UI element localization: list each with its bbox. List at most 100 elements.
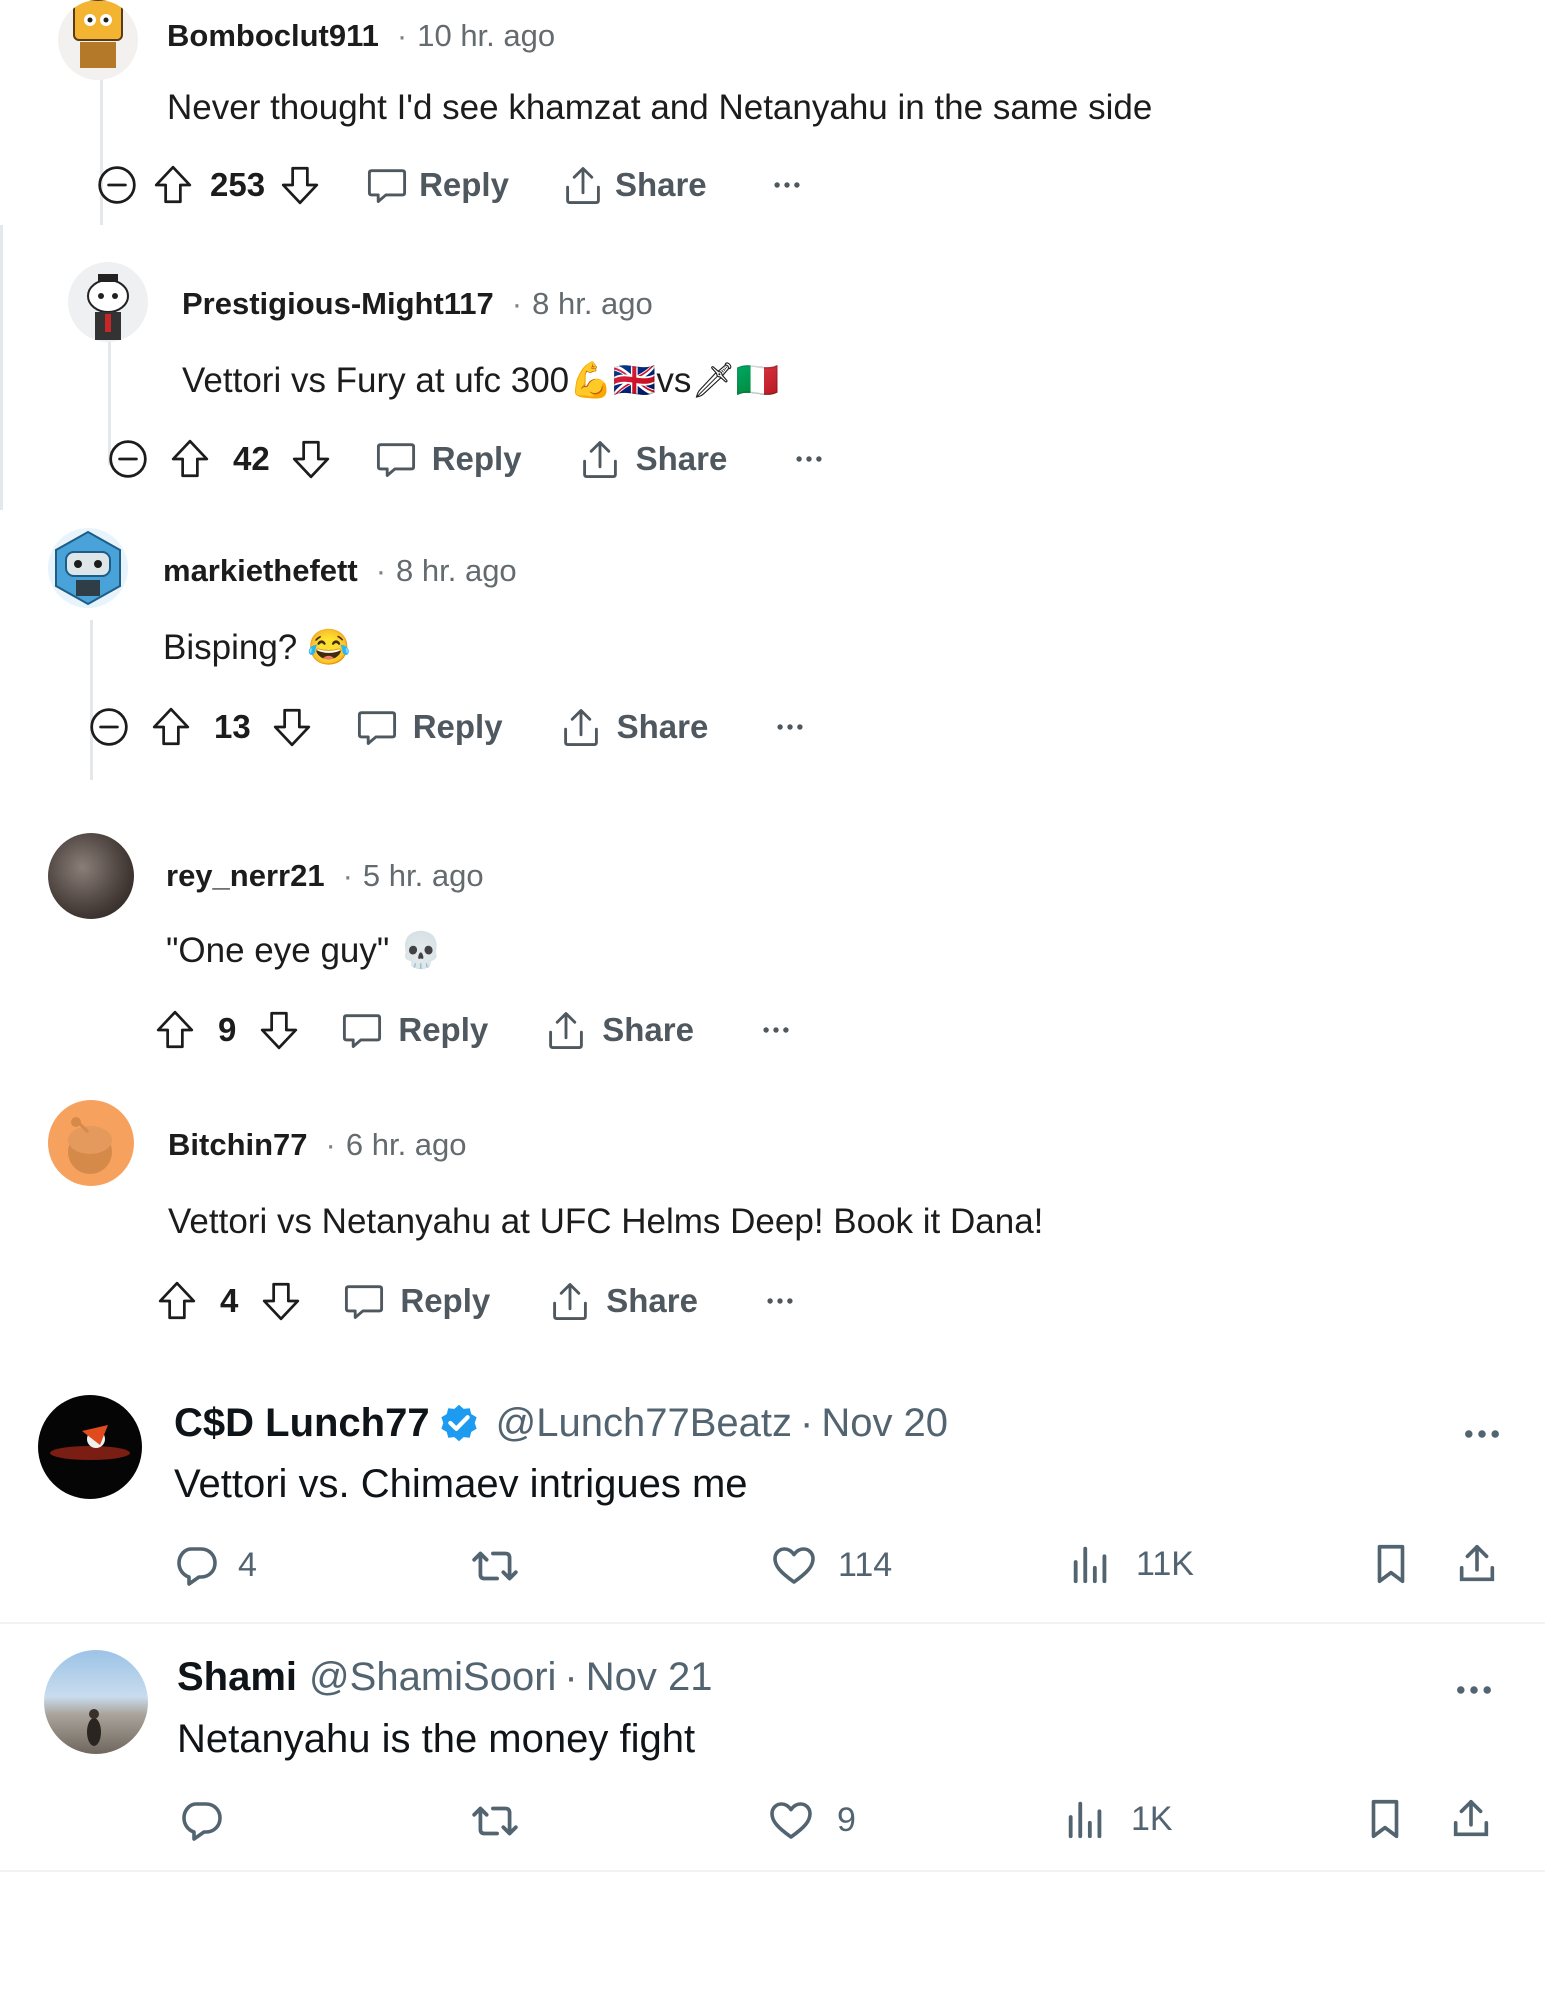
more-options-icon[interactable] bbox=[758, 1012, 794, 1048]
comment-actions: 253 Reply Share bbox=[96, 155, 805, 215]
snoo-default-avatar-icon bbox=[68, 1117, 112, 1174]
share-button[interactable] bbox=[1448, 1796, 1494, 1842]
retweet-button[interactable] bbox=[470, 1796, 536, 1846]
reply-button[interactable]: Reply bbox=[355, 705, 503, 749]
share-button[interactable]: Share bbox=[548, 1279, 698, 1323]
timestamp[interactable]: 8 hr. ago bbox=[532, 286, 653, 321]
avatar[interactable] bbox=[44, 1650, 148, 1754]
upvote-icon[interactable] bbox=[156, 1280, 198, 1322]
collapse-icon[interactable] bbox=[107, 438, 149, 480]
post-header: Shami @ShamiSoori · Nov 21 bbox=[177, 1655, 713, 1700]
bookmark-button[interactable] bbox=[1368, 1541, 1414, 1587]
robot-avatar-icon bbox=[73, 0, 123, 68]
share-icon bbox=[559, 705, 603, 749]
reply-icon bbox=[177, 1796, 225, 1844]
avatar[interactable] bbox=[58, 0, 138, 80]
user-handle[interactable]: @ShamiSoori bbox=[309, 1655, 556, 1700]
downvote-icon[interactable] bbox=[260, 1280, 302, 1322]
reply-label: Reply bbox=[431, 440, 522, 477]
reply-button[interactable]: 4 bbox=[172, 1541, 257, 1589]
reply-label: Reply bbox=[400, 1282, 491, 1319]
timestamp[interactable]: 8 hr. ago bbox=[396, 553, 517, 588]
avatar[interactable] bbox=[68, 262, 148, 342]
share-button[interactable]: Share bbox=[559, 705, 709, 749]
uk-flag-emoji: 🇬🇧 bbox=[612, 361, 657, 400]
user-handle[interactable]: @Lunch77Beatz bbox=[496, 1401, 792, 1446]
avatar[interactable] bbox=[48, 1100, 134, 1186]
username-text[interactable]: rey_nerr21 bbox=[166, 858, 325, 893]
share-button[interactable] bbox=[1454, 1541, 1500, 1587]
username-text[interactable]: Prestigious-Might117 bbox=[182, 286, 494, 321]
separator-dot: · bbox=[564, 1655, 578, 1699]
more-options-icon[interactable] bbox=[1452, 1668, 1496, 1712]
post-header: C$D Lunch77 @Lunch77Beatz · Nov 20 bbox=[174, 1400, 948, 1446]
upvote-icon[interactable] bbox=[150, 706, 192, 748]
reply-button[interactable]: Reply bbox=[342, 1279, 490, 1323]
reply-icon bbox=[374, 437, 418, 481]
like-button[interactable]: 114 bbox=[770, 1541, 892, 1589]
heart-icon bbox=[770, 1541, 818, 1589]
post-date[interactable]: Nov 20 bbox=[821, 1401, 948, 1446]
collapse-icon[interactable] bbox=[96, 164, 138, 206]
comment-text: Vettori vs Fury at ufc 300💪🇬🇧vs🗡🇮🇹 bbox=[182, 360, 779, 401]
upvote-icon[interactable] bbox=[152, 164, 194, 206]
display-name[interactable]: C$D Lunch77 bbox=[174, 1401, 430, 1446]
username[interactable]: markiethefett · 8 hr. ago bbox=[163, 553, 517, 589]
share-button[interactable]: Share bbox=[578, 437, 728, 481]
like-button[interactable]: 9 bbox=[767, 1796, 856, 1844]
like-count: 9 bbox=[837, 1800, 856, 1839]
username-text[interactable]: Bitchin77 bbox=[168, 1127, 308, 1162]
downvote-icon[interactable] bbox=[258, 1009, 300, 1051]
more-options-icon[interactable] bbox=[772, 709, 808, 745]
avatar[interactable] bbox=[38, 1395, 142, 1499]
share-label: Share bbox=[635, 440, 728, 477]
share-icon bbox=[548, 1279, 592, 1323]
username[interactable]: rey_nerr21 · 5 hr. ago bbox=[166, 858, 484, 894]
verified-badge-icon[interactable] bbox=[436, 1400, 482, 1446]
reply-button[interactable]: Reply bbox=[365, 163, 509, 207]
downvote-icon[interactable] bbox=[290, 438, 332, 480]
timestamp[interactable]: 10 hr. ago bbox=[417, 18, 555, 53]
more-options-icon[interactable] bbox=[769, 167, 805, 203]
bookmark-icon bbox=[1362, 1796, 1408, 1842]
thread-line[interactable] bbox=[0, 225, 3, 510]
heart-icon bbox=[767, 1796, 815, 1844]
more-options-icon[interactable] bbox=[762, 1283, 798, 1319]
views-button[interactable]: 1K bbox=[1063, 1796, 1173, 1842]
share-button[interactable]: Share bbox=[544, 1008, 694, 1052]
upvote-icon[interactable] bbox=[154, 1009, 196, 1051]
timestamp[interactable]: 6 hr. ago bbox=[346, 1127, 467, 1162]
post-date[interactable]: Nov 21 bbox=[586, 1655, 713, 1700]
retweet-button[interactable] bbox=[470, 1541, 536, 1591]
username-text[interactable]: Bomboclut911 bbox=[167, 18, 379, 53]
avatar[interactable] bbox=[48, 528, 128, 608]
reply-icon bbox=[355, 705, 399, 749]
bookmark-icon bbox=[1368, 1541, 1414, 1587]
more-options-icon[interactable] bbox=[1460, 1412, 1504, 1456]
reply-button[interactable]: Reply bbox=[340, 1008, 488, 1052]
post-actions: 9 1K bbox=[0, 1790, 1545, 1850]
timestamp[interactable]: 5 hr. ago bbox=[363, 858, 484, 893]
reply-button[interactable]: Reply bbox=[374, 437, 522, 481]
share-label: Share bbox=[614, 166, 707, 203]
username[interactable]: Bitchin77 · 6 hr. ago bbox=[168, 1127, 467, 1163]
bookmark-button[interactable] bbox=[1362, 1796, 1408, 1842]
views-button[interactable]: 11K bbox=[1068, 1541, 1194, 1587]
display-name[interactable]: Shami bbox=[177, 1655, 297, 1700]
separator-dot: · bbox=[375, 553, 387, 588]
collapse-icon[interactable] bbox=[88, 706, 130, 748]
avatar[interactable] bbox=[48, 833, 134, 919]
share-label: Share bbox=[616, 708, 709, 745]
username[interactable]: Bomboclut911 · 10 hr. ago bbox=[167, 18, 555, 54]
username[interactable]: Prestigious-Might117 · 8 hr. ago bbox=[182, 286, 653, 322]
more-options-icon[interactable] bbox=[791, 441, 827, 477]
downvote-icon[interactable] bbox=[279, 164, 321, 206]
reply-count: 4 bbox=[238, 1545, 257, 1584]
share-button[interactable]: Share bbox=[561, 163, 707, 207]
reply-button[interactable] bbox=[177, 1796, 243, 1844]
downvote-icon[interactable] bbox=[271, 706, 313, 748]
post-actions: 4 114 11K bbox=[0, 1535, 1545, 1595]
upvote-icon[interactable] bbox=[169, 438, 211, 480]
view-count: 1K bbox=[1131, 1799, 1173, 1838]
username-text[interactable]: markiethefett bbox=[163, 553, 358, 588]
